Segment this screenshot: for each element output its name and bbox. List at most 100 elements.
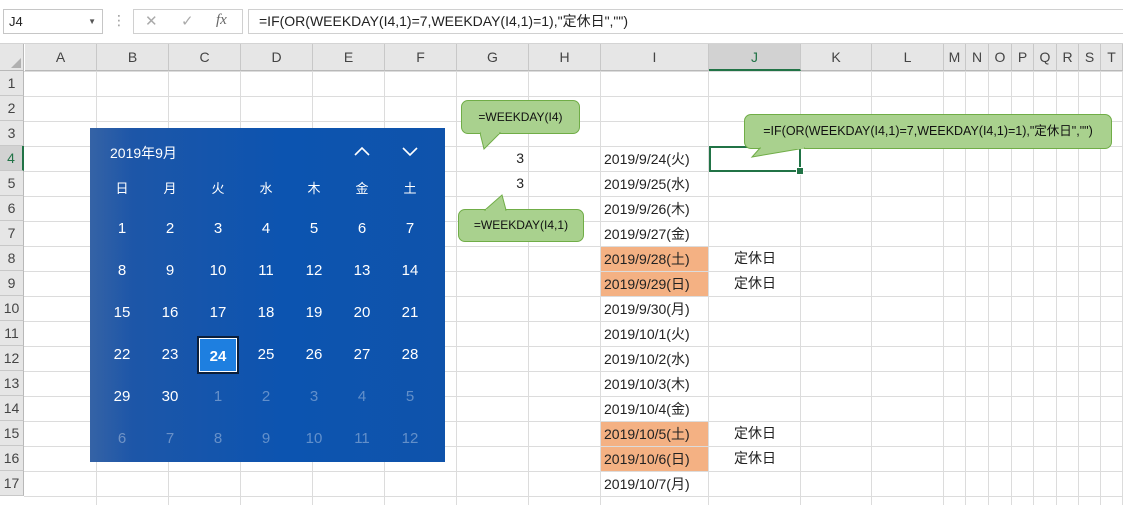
calendar-day[interactable]: 4 bbox=[245, 210, 287, 248]
name-box[interactable]: J4 ▼ bbox=[3, 9, 103, 34]
insert-function-icon[interactable]: fx bbox=[216, 12, 227, 29]
column-header-a[interactable]: A bbox=[25, 44, 97, 71]
calendar-day[interactable]: 2 bbox=[149, 210, 191, 248]
cell-i12[interactable]: 2019/10/2(水) bbox=[601, 347, 708, 371]
calendar-day[interactable]: 10 bbox=[197, 252, 239, 290]
row-header-3[interactable]: 3 bbox=[0, 121, 24, 146]
calendar-day[interactable]: 25 bbox=[245, 336, 287, 374]
row-header-16[interactable]: 16 bbox=[0, 446, 24, 471]
calendar-day[interactable]: 28 bbox=[389, 336, 431, 374]
row-header-15[interactable]: 15 bbox=[0, 421, 24, 446]
cell-i13[interactable]: 2019/10/3(木) bbox=[601, 372, 708, 396]
formula-input[interactable]: =IF(OR(WEEKDAY(I4,1)=7,WEEKDAY(I4,1)=1),… bbox=[248, 9, 1123, 34]
calendar-day[interactable]: 6 bbox=[101, 420, 143, 458]
calendar-day[interactable]: 3 bbox=[293, 378, 335, 416]
calendar-day[interactable]: 15 bbox=[101, 294, 143, 332]
column-header-e[interactable]: E bbox=[313, 44, 385, 71]
cell-i8[interactable]: 2019/9/28(土) bbox=[601, 247, 708, 271]
cancel-icon[interactable]: ✕ bbox=[145, 12, 158, 30]
row-header-13[interactable]: 13 bbox=[0, 371, 24, 396]
row-header-1[interactable]: 1 bbox=[0, 71, 24, 96]
calendar-day[interactable]: 11 bbox=[245, 252, 287, 290]
row-header-7[interactable]: 7 bbox=[0, 221, 24, 246]
cell-i4[interactable]: 2019/9/24(火) bbox=[601, 147, 708, 171]
calendar-day[interactable]: 1 bbox=[197, 378, 239, 416]
cell-i7[interactable]: 2019/9/27(金) bbox=[601, 222, 708, 246]
calendar-day[interactable]: 12 bbox=[389, 420, 431, 458]
enter-check-icon[interactable]: ✓ bbox=[181, 12, 194, 30]
column-header-m[interactable]: M bbox=[944, 44, 966, 71]
calendar-day[interactable]: 13 bbox=[341, 252, 383, 290]
calendar-day[interactable]: 20 bbox=[341, 294, 383, 332]
column-header-c[interactable]: C bbox=[169, 44, 241, 71]
cell-j8[interactable]: 定休日 bbox=[709, 246, 801, 271]
calendar-day[interactable]: 7 bbox=[389, 210, 431, 248]
chevron-up-icon[interactable] bbox=[349, 138, 375, 164]
cell-j15[interactable]: 定休日 bbox=[709, 421, 801, 446]
calendar-day[interactable]: 30 bbox=[149, 378, 191, 416]
cell-i14[interactable]: 2019/10/4(金) bbox=[601, 397, 708, 421]
row-header-9[interactable]: 9 bbox=[0, 271, 24, 296]
calendar-day[interactable]: 27 bbox=[341, 336, 383, 374]
calendar-day[interactable]: 16 bbox=[149, 294, 191, 332]
cell-j16[interactable]: 定休日 bbox=[709, 446, 801, 471]
column-header-n[interactable]: N bbox=[966, 44, 989, 71]
column-header-p[interactable]: P bbox=[1012, 44, 1034, 71]
column-header-t[interactable]: T bbox=[1101, 44, 1123, 71]
calendar-day[interactable]: 5 bbox=[293, 210, 335, 248]
column-header-q[interactable]: Q bbox=[1034, 44, 1057, 71]
column-header-r[interactable]: R bbox=[1057, 44, 1079, 71]
calendar-month-title[interactable]: 2019年9月 bbox=[110, 143, 177, 163]
cell-i6[interactable]: 2019/9/26(木) bbox=[601, 197, 708, 221]
calendar-day[interactable]: 7 bbox=[149, 420, 191, 458]
column-header-d[interactable]: D bbox=[241, 44, 313, 71]
calendar-day[interactable]: 17 bbox=[197, 294, 239, 332]
calendar-day[interactable]: 14 bbox=[389, 252, 431, 290]
calendar-day[interactable]: 8 bbox=[197, 420, 239, 458]
cell-g5[interactable]: 3 bbox=[457, 171, 529, 196]
cell-i16[interactable]: 2019/10/6(日) bbox=[601, 447, 708, 471]
calendar-day[interactable]: 1 bbox=[101, 210, 143, 248]
column-header-i[interactable]: I bbox=[601, 44, 709, 71]
column-header-s[interactable]: S bbox=[1079, 44, 1101, 71]
row-header-8[interactable]: 8 bbox=[0, 246, 24, 271]
calendar-day[interactable]: 21 bbox=[389, 294, 431, 332]
calendar-day[interactable]: 11 bbox=[341, 420, 383, 458]
cell-i17[interactable]: 2019/10/7(月) bbox=[601, 472, 708, 496]
cell-i10[interactable]: 2019/9/30(月) bbox=[601, 297, 708, 321]
cell-i11[interactable]: 2019/10/1(火) bbox=[601, 322, 708, 346]
column-header-f[interactable]: F bbox=[385, 44, 457, 71]
select-all-corner[interactable] bbox=[0, 44, 24, 71]
row-header-12[interactable]: 12 bbox=[0, 346, 24, 371]
row-header-2[interactable]: 2 bbox=[0, 96, 24, 121]
row-header-5[interactable]: 5 bbox=[0, 171, 24, 196]
row-header-17[interactable]: 17 bbox=[0, 471, 24, 496]
name-box-dropdown-icon[interactable]: ▼ bbox=[88, 10, 96, 33]
row-header-6[interactable]: 6 bbox=[0, 196, 24, 221]
cell-j9[interactable]: 定休日 bbox=[709, 271, 801, 296]
cell-i15[interactable]: 2019/10/5(土) bbox=[601, 422, 708, 446]
column-header-o[interactable]: O bbox=[989, 44, 1012, 71]
calendar-day[interactable]: 18 bbox=[245, 294, 287, 332]
calendar-day[interactable]: 6 bbox=[341, 210, 383, 248]
row-header-14[interactable]: 14 bbox=[0, 396, 24, 421]
calendar-day[interactable]: 26 bbox=[293, 336, 335, 374]
calendar-day[interactable]: 3 bbox=[197, 210, 239, 248]
calendar-day[interactable]: 5 bbox=[389, 378, 431, 416]
calendar-day[interactable]: 4 bbox=[341, 378, 383, 416]
row-header-4[interactable]: 4 bbox=[0, 146, 24, 171]
calendar-day[interactable]: 8 bbox=[101, 252, 143, 290]
cell-i9[interactable]: 2019/9/29(日) bbox=[601, 272, 708, 296]
calendar-day-today[interactable]: 24 bbox=[197, 336, 239, 374]
calendar-day[interactable]: 10 bbox=[293, 420, 335, 458]
row-header-11[interactable]: 11 bbox=[0, 321, 24, 346]
row-header-10[interactable]: 10 bbox=[0, 296, 24, 321]
calendar-day[interactable]: 29 bbox=[101, 378, 143, 416]
calendar-day[interactable]: 22 bbox=[101, 336, 143, 374]
calendar-day[interactable]: 9 bbox=[149, 252, 191, 290]
calendar-day[interactable]: 2 bbox=[245, 378, 287, 416]
column-header-h[interactable]: H bbox=[529, 44, 601, 71]
column-header-g[interactable]: G bbox=[457, 44, 529, 71]
column-header-b[interactable]: B bbox=[97, 44, 169, 71]
calendar-day[interactable]: 12 bbox=[293, 252, 335, 290]
